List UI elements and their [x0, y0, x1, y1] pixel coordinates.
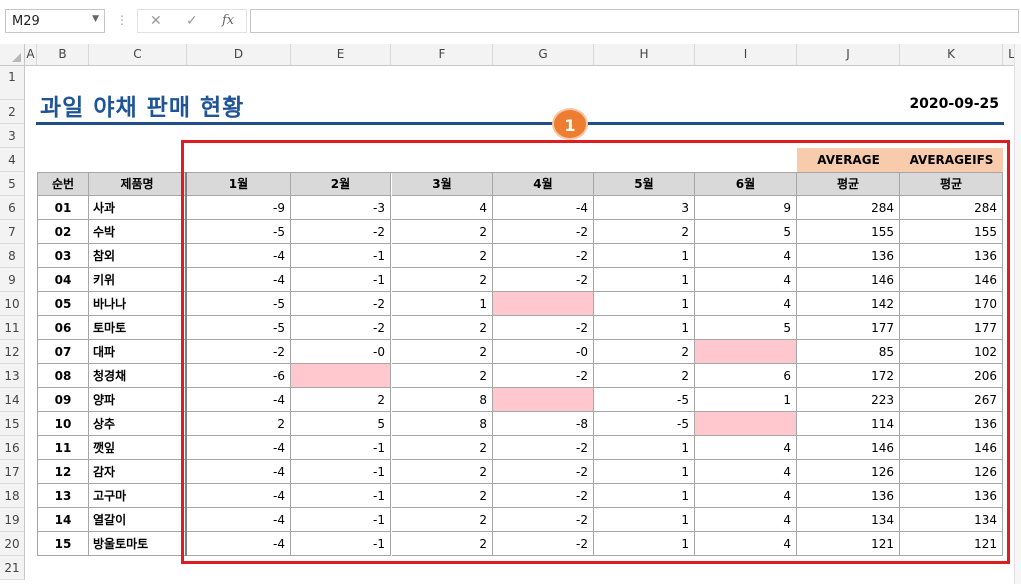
product-name-cell[interactable]: 방울토마토	[89, 532, 186, 556]
column-header-2[interactable]: B	[37, 44, 89, 65]
column-header-bar: ABCDEFGHIJKL	[0, 44, 1021, 66]
row-header-1[interactable]: 1	[0, 66, 25, 100]
row-header-8[interactable]: 8	[0, 244, 25, 268]
row-header-4[interactable]: 4	[0, 148, 25, 172]
row-number-cell[interactable]: 10	[38, 412, 89, 436]
row-number-cell[interactable]: 15	[38, 532, 89, 556]
product-name-cell[interactable]: 청경채	[89, 364, 186, 388]
row-number-cell[interactable]: 14	[38, 508, 89, 532]
row-header-19[interactable]: 19	[0, 508, 25, 532]
row-header-11[interactable]: 11	[0, 316, 25, 340]
callout-badge: 1	[552, 108, 588, 140]
product-name-cell[interactable]: 참외	[89, 244, 186, 268]
column-header-3[interactable]: C	[89, 44, 187, 65]
column-header-6[interactable]: F	[392, 44, 493, 65]
row-header-9[interactable]: 9	[0, 268, 25, 292]
row-header-14[interactable]: 14	[0, 388, 25, 412]
row-header-7[interactable]: 7	[0, 220, 25, 244]
row-number-cell[interactable]: 08	[38, 364, 89, 388]
row-header-5[interactable]: 5	[0, 172, 25, 196]
insert-function-icon[interactable]: fx	[222, 13, 234, 28]
column-header-8[interactable]: H	[594, 44, 695, 65]
column-header-9[interactable]: I	[695, 44, 797, 65]
row-number-cell[interactable]: 01	[38, 196, 89, 220]
title-underline	[36, 122, 1004, 125]
highlight-frame	[181, 140, 1010, 564]
product-name-cell[interactable]: 수박	[89, 220, 186, 244]
row-header-3[interactable]: 3	[0, 124, 25, 148]
name-box-value: M29	[12, 14, 40, 29]
column-header-1[interactable]: A	[25, 44, 37, 65]
product-name-cell[interactable]: 감자	[89, 460, 186, 484]
product-name-cell[interactable]: 사과	[89, 196, 186, 220]
formula-bar: M29 ▼ ⋮ ✕ ✓ fx	[0, 0, 1021, 45]
chevron-down-icon[interactable]: ▼	[92, 14, 99, 24]
row-number-cell[interactable]: 13	[38, 484, 89, 508]
report-date[interactable]: 2020-09-25	[909, 96, 999, 112]
sheet-title[interactable]: 과일 야채 판매 현황	[40, 88, 244, 122]
header-cell[interactable]: 제품명	[89, 172, 186, 196]
row-number-cell[interactable]: 11	[38, 436, 89, 460]
product-name-cell[interactable]: 바나나	[89, 292, 186, 316]
row-header-6[interactable]: 6	[0, 196, 25, 220]
row-header-18[interactable]: 18	[0, 484, 25, 508]
formula-input[interactable]	[250, 9, 1019, 33]
row-header-21[interactable]: 21	[0, 556, 25, 580]
row-number-cell[interactable]: 06	[38, 316, 89, 340]
row-number-cell[interactable]: 05	[38, 292, 89, 316]
select-all-corner[interactable]	[0, 44, 25, 65]
product-name-cell[interactable]: 키위	[89, 268, 186, 292]
column-header-7[interactable]: G	[493, 44, 594, 65]
row-header-10[interactable]: 10	[0, 292, 25, 316]
product-name-cell[interactable]: 열갈이	[89, 508, 186, 532]
product-name-cell[interactable]: 상추	[89, 412, 186, 436]
product-name-cell[interactable]: 깻잎	[89, 436, 186, 460]
row-header-13[interactable]: 13	[0, 364, 25, 388]
table-border-left	[37, 172, 38, 556]
row-header-12[interactable]: 12	[0, 340, 25, 364]
column-header-5[interactable]: E	[291, 44, 391, 65]
row-number-cell[interactable]: 03	[38, 244, 89, 268]
enter-icon[interactable]: ✓	[186, 13, 198, 29]
row-number-cell[interactable]: 02	[38, 220, 89, 244]
row-header-2[interactable]: 2	[0, 100, 25, 124]
name-box[interactable]: M29 ▼	[5, 9, 105, 33]
row-header-17[interactable]: 17	[0, 460, 25, 484]
product-name-cell[interactable]: 고구마	[89, 484, 186, 508]
header-cell[interactable]: 순번	[38, 172, 89, 196]
row-header-15[interactable]: 15	[0, 412, 25, 436]
cancel-icon[interactable]: ✕	[150, 13, 162, 29]
row-header-20[interactable]: 20	[0, 532, 25, 556]
column-header-11[interactable]: K	[900, 44, 1003, 65]
product-name-cell[interactable]: 양파	[89, 388, 186, 412]
vertical-scrollbar[interactable]	[1014, 44, 1021, 584]
row-number-cell[interactable]: 09	[38, 388, 89, 412]
row-number-cell[interactable]: 07	[38, 340, 89, 364]
row-header-16[interactable]: 16	[0, 436, 25, 460]
formula-actions: ✕ ✓ fx	[137, 9, 247, 33]
row-number-cell[interactable]: 12	[38, 460, 89, 484]
product-name-cell[interactable]: 대파	[89, 340, 186, 364]
more-options-icon[interactable]: ⋮	[116, 13, 128, 27]
column-header-4[interactable]: D	[187, 44, 291, 65]
column-header-10[interactable]: J	[797, 44, 900, 65]
product-name-cell[interactable]: 토마토	[89, 316, 186, 340]
row-number-cell[interactable]: 04	[38, 268, 89, 292]
